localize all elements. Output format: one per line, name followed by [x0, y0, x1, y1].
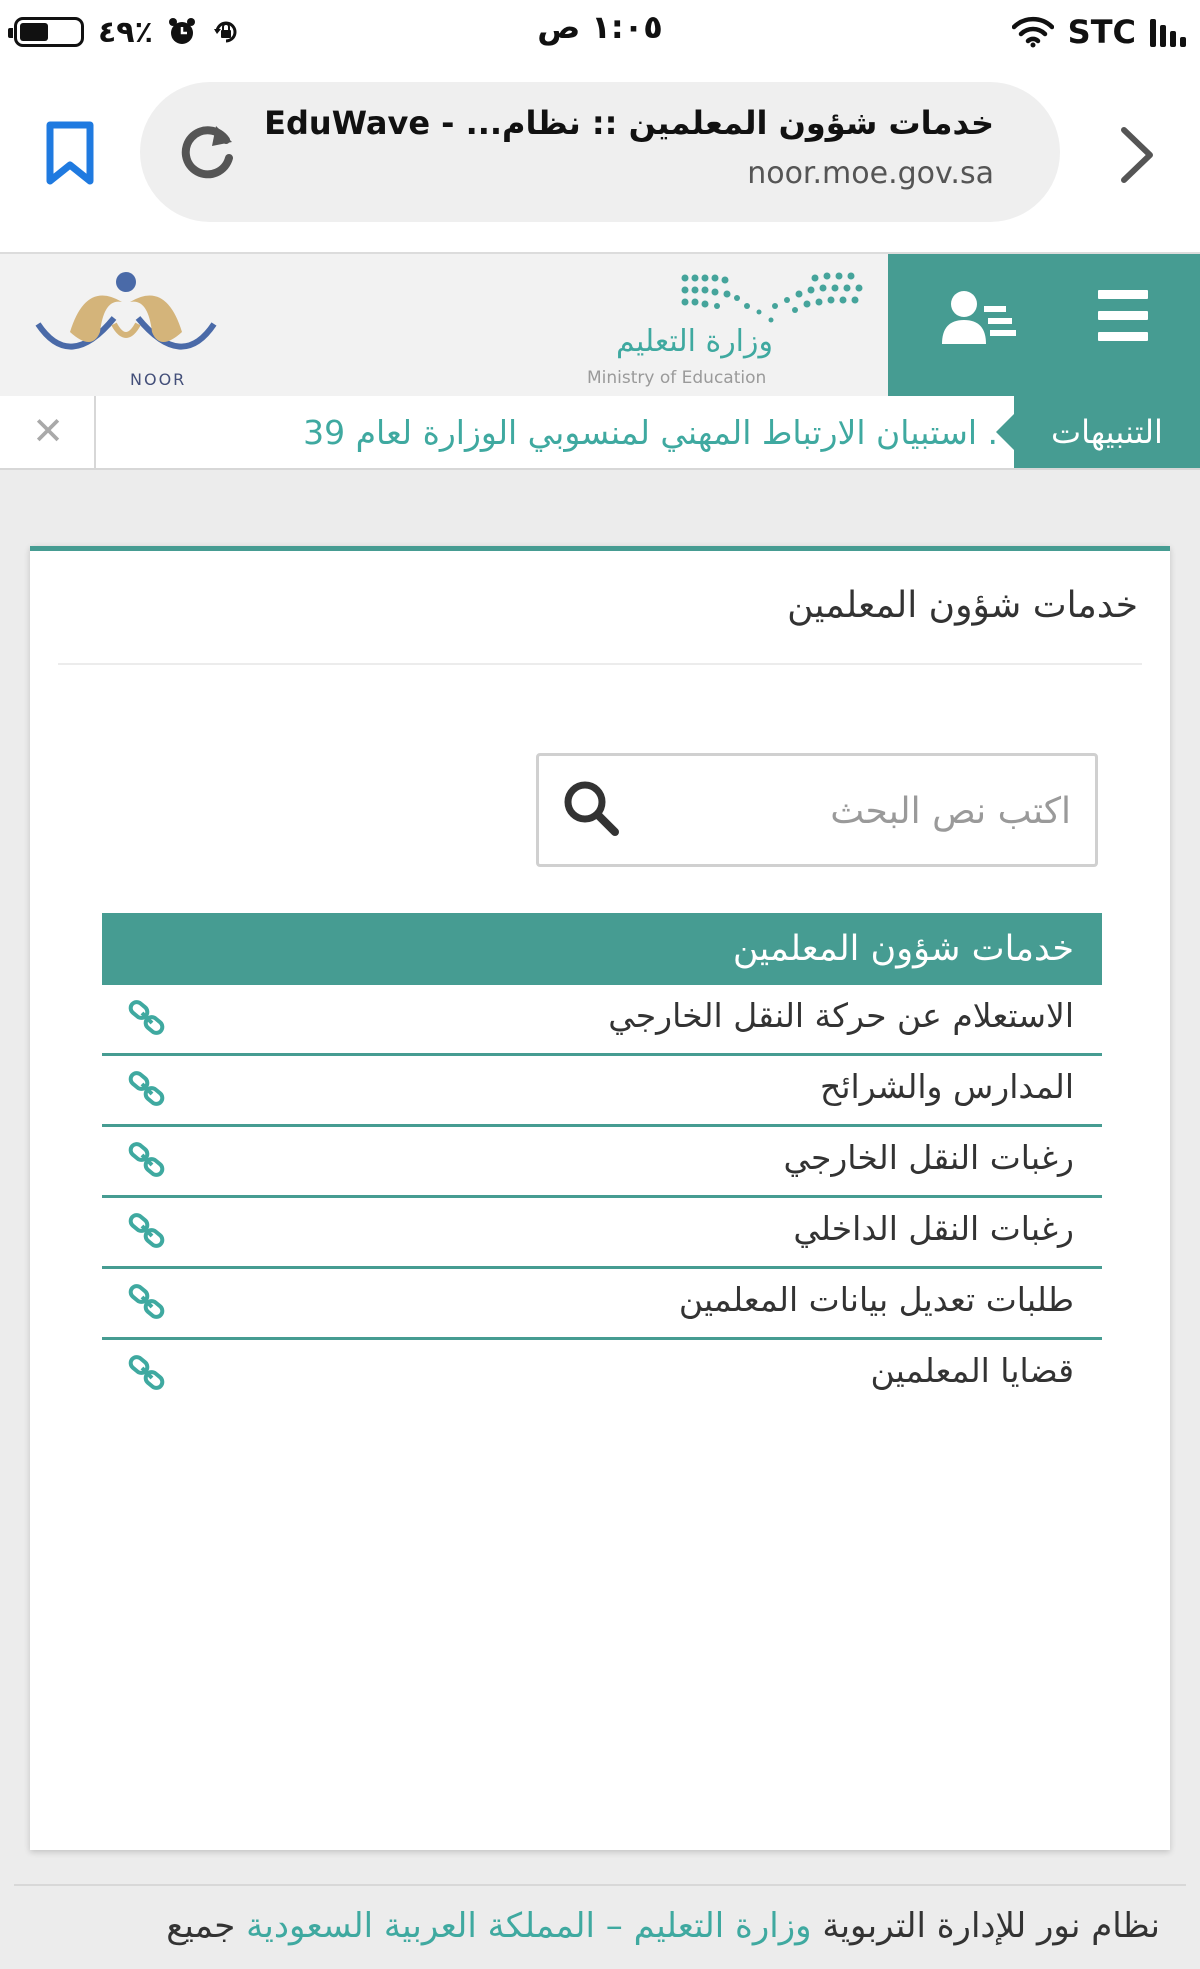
- alerts-bar: ✕ . استبيان الارتباط المهني لمنسوبي الوز…: [0, 396, 1200, 470]
- ministry-name-en: Ministry of Education: [587, 368, 767, 388]
- footer-country-link[interactable]: المملكة العربية السعودية: [246, 1906, 595, 1946]
- header-actions: [888, 254, 1200, 396]
- service-row[interactable]: قضايا المعلمين: [102, 1340, 1102, 1408]
- noor-logo-text: NOOR: [130, 370, 187, 389]
- panel-title: خدمات شؤون المعلمين: [787, 585, 1138, 626]
- search-input[interactable]: [689, 770, 1073, 852]
- alert-message-link[interactable]: . استبيان الارتباط المهني لمنسوبي الوزار…: [98, 404, 998, 462]
- title-divider: [58, 663, 1142, 665]
- site-header: NOOR وزارة التعليم Ministry of Education: [0, 254, 1200, 396]
- link-icon[interactable]: [128, 1141, 166, 1179]
- bookmark-icon[interactable]: [40, 119, 100, 189]
- services-table: خدمات شؤون المعلمين الاستعلام عن حركة ال…: [102, 913, 1102, 1408]
- service-row[interactable]: المدارس والشرائح: [102, 1056, 1102, 1127]
- user-list-icon[interactable]: [940, 286, 1016, 352]
- signal-icon: [1150, 17, 1186, 47]
- footer: نظام نور للإدارة التربوية وزارة التعليم …: [40, 1906, 1160, 1966]
- footer-separator: –: [594, 1906, 634, 1946]
- service-link[interactable]: الاستعلام عن حركة النقل الخارجي: [608, 985, 1074, 1053]
- status-right: STC: [1011, 10, 1186, 54]
- close-icon[interactable]: ✕: [30, 406, 66, 456]
- service-row[interactable]: رغبات النقل الخارجي: [102, 1127, 1102, 1198]
- service-link[interactable]: المدارس والشرائح: [820, 1056, 1074, 1124]
- service-row[interactable]: الاستعلام عن حركة النقل الخارجي: [102, 985, 1102, 1056]
- services-panel: خدمات شؤون المعلمين خدمات شؤون المعلمين …: [30, 546, 1170, 1850]
- link-icon[interactable]: [128, 1283, 166, 1321]
- footer-suffix: جميع: [166, 1906, 247, 1946]
- service-link[interactable]: قضايا المعلمين: [871, 1340, 1074, 1408]
- ministry-logo[interactable]: وزارة التعليم Ministry of Education: [585, 264, 865, 389]
- browser-toolbar: خدمات شؤون المعلمين :: نظام... - EduWave…: [0, 64, 1200, 254]
- service-link[interactable]: طلبات تعديل بيانات المعلمين: [679, 1269, 1074, 1337]
- ministry-logo-dots: [681, 272, 863, 323]
- services-table-header: خدمات شؤون المعلمين: [102, 913, 1102, 985]
- page-domain: noor.moe.gov.sa: [747, 156, 994, 191]
- link-icon[interactable]: [128, 999, 166, 1037]
- page-title: خدمات شؤون المعلمين :: نظام... - EduWave: [264, 104, 994, 142]
- link-icon[interactable]: [128, 1354, 166, 1392]
- footer-ministry-link[interactable]: وزارة التعليم: [634, 1906, 812, 1946]
- forward-chevron-icon[interactable]: [1112, 120, 1162, 190]
- reload-icon[interactable]: [168, 112, 248, 192]
- link-icon[interactable]: [128, 1070, 166, 1108]
- service-link[interactable]: رغبات النقل الداخلي: [793, 1198, 1074, 1266]
- service-row[interactable]: رغبات النقل الداخلي: [102, 1198, 1102, 1269]
- footer-prefix: نظام نور للإدارة التربوية: [811, 1906, 1160, 1946]
- address-bar[interactable]: خدمات شؤون المعلمين :: نظام... - EduWave…: [140, 82, 1060, 222]
- noor-logo-mark: [35, 272, 217, 350]
- search-icon[interactable]: [559, 776, 623, 840]
- status-bar: ٪٤٩ ١:٠٥ ص STC: [0, 0, 1200, 64]
- wifi-icon: [1011, 16, 1054, 48]
- hamburger-menu-icon[interactable]: [1098, 290, 1148, 342]
- noor-logo[interactable]: NOOR: [30, 262, 220, 390]
- alerts-label: التنبيهات: [996, 396, 1200, 468]
- carrier-name: STC: [1067, 13, 1136, 51]
- link-icon[interactable]: [128, 1212, 166, 1250]
- ministry-name-ar: وزارة التعليم: [615, 324, 773, 359]
- search-box: [536, 753, 1098, 867]
- alerts-divider: [94, 396, 96, 470]
- service-row[interactable]: طلبات تعديل بيانات المعلمين: [102, 1269, 1102, 1340]
- service-link[interactable]: رغبات النقل الخارجي: [783, 1127, 1074, 1195]
- footer-divider: [14, 1884, 1186, 1886]
